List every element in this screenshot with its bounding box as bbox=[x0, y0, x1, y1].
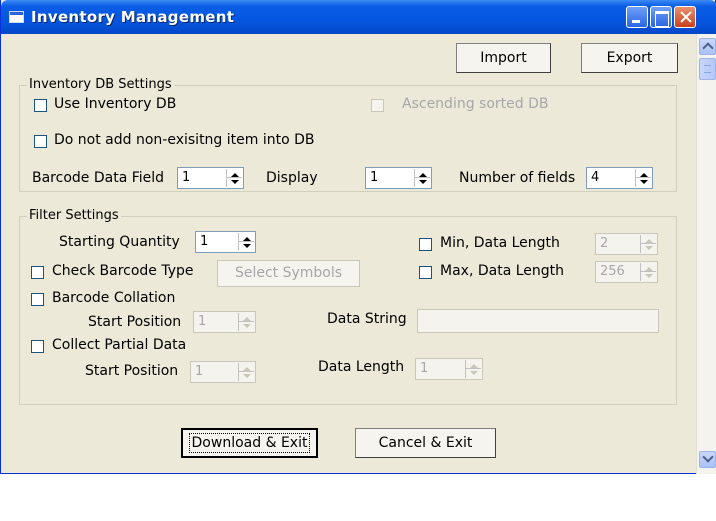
min-data-length-spinner[interactable]: 2 bbox=[595, 233, 658, 255]
collation-start-position-spinner[interactable]: 1 bbox=[193, 311, 256, 333]
download-exit-label: Download & Exit bbox=[188, 433, 311, 453]
barcode-collation-checkbox[interactable] bbox=[31, 293, 44, 306]
data-length-label: Data Length bbox=[318, 359, 405, 375]
title-bar[interactable]: Inventory Management bbox=[1, 0, 716, 34]
data-string-label: Data String bbox=[327, 311, 407, 327]
data-string-input[interactable] bbox=[417, 309, 659, 333]
partial-start-position-spinner[interactable]: 1 bbox=[190, 361, 256, 383]
spinner-value: 1 bbox=[370, 170, 379, 185]
check-barcode-type-label: Check Barcode Type bbox=[52, 263, 194, 279]
max-data-length-checkbox[interactable] bbox=[419, 266, 432, 279]
spinner-arrows-icon[interactable] bbox=[238, 233, 254, 251]
export-button[interactable]: Export bbox=[581, 43, 678, 73]
spinner-arrows-icon[interactable] bbox=[465, 360, 481, 378]
spinner-arrows-icon[interactable] bbox=[238, 363, 254, 381]
spinner-value: 2 bbox=[600, 236, 609, 251]
do-not-add-item-checkbox[interactable] bbox=[34, 135, 47, 148]
spinner-value: 256 bbox=[600, 264, 625, 279]
barcode-data-field-spinner[interactable]: 1 bbox=[177, 167, 244, 189]
group-label: Inventory DB Settings bbox=[27, 77, 174, 92]
check-barcode-type-checkbox[interactable] bbox=[31, 266, 44, 279]
ascending-sorted-db-checkbox[interactable] bbox=[371, 99, 384, 112]
display-spinner[interactable]: 1 bbox=[365, 167, 432, 189]
spinner-value: 1 bbox=[182, 170, 191, 185]
scroll-down-icon[interactable] bbox=[699, 451, 716, 468]
spinner-arrows-icon[interactable] bbox=[414, 169, 430, 187]
spinner-value: 1 bbox=[420, 361, 429, 376]
collect-partial-data-label: Collect Partial Data bbox=[52, 337, 187, 353]
ascending-sorted-db-label: Ascending sorted DB bbox=[402, 96, 549, 112]
maximize-button[interactable] bbox=[650, 6, 672, 28]
use-inventory-db-checkbox[interactable] bbox=[34, 99, 47, 112]
spinner-arrows-icon[interactable] bbox=[635, 169, 651, 187]
max-data-length-label: Max, Data Length bbox=[440, 263, 565, 279]
barcode-data-field-label: Barcode Data Field bbox=[32, 170, 165, 186]
collect-partial-data-checkbox[interactable] bbox=[31, 340, 44, 353]
partial-start-position-label: Start Position bbox=[85, 363, 179, 379]
import-button[interactable]: Import bbox=[456, 43, 551, 73]
number-of-fields-spinner[interactable]: 4 bbox=[586, 167, 653, 189]
data-length-spinner[interactable]: 1 bbox=[415, 358, 483, 380]
inventory-management-window: Inventory Management Import Export Inven… bbox=[0, 0, 716, 474]
scrollbar-thumb[interactable] bbox=[699, 58, 716, 80]
collation-start-position-label: Start Position bbox=[88, 314, 182, 330]
min-data-length-label: Min, Data Length bbox=[440, 235, 560, 251]
starting-quantity-label: Starting Quantity bbox=[59, 234, 180, 250]
cancel-exit-button[interactable]: Cancel & Exit bbox=[355, 428, 496, 458]
spinner-value: 1 bbox=[195, 364, 204, 379]
spinner-arrows-icon[interactable] bbox=[640, 235, 656, 253]
do-not-add-item-label: Do not add non-exisitng item into DB bbox=[54, 132, 315, 148]
scroll-up-icon[interactable] bbox=[699, 38, 716, 55]
display-label: Display bbox=[266, 170, 318, 186]
barcode-collation-label: Barcode Collation bbox=[52, 290, 176, 306]
use-inventory-db-label: Use Inventory DB bbox=[54, 96, 177, 112]
spinner-arrows-icon[interactable] bbox=[238, 313, 254, 331]
min-data-length-checkbox[interactable] bbox=[419, 238, 432, 251]
select-symbols-button[interactable]: Select Symbols bbox=[217, 260, 360, 287]
number-of-fields-label: Number of fields bbox=[459, 170, 576, 186]
vertical-scrollbar[interactable] bbox=[696, 34, 716, 474]
download-exit-button[interactable]: Download & Exit bbox=[181, 428, 318, 458]
window-title: Inventory Management bbox=[31, 8, 235, 26]
max-data-length-spinner[interactable]: 256 bbox=[595, 261, 658, 283]
spinner-value: 1 bbox=[200, 234, 209, 249]
spinner-value: 4 bbox=[591, 170, 600, 185]
spinner-arrows-icon[interactable] bbox=[226, 169, 242, 187]
group-label: Filter Settings bbox=[27, 208, 121, 223]
spinner-arrows-icon[interactable] bbox=[640, 263, 656, 281]
minimize-button[interactable] bbox=[626, 6, 648, 28]
close-button[interactable] bbox=[674, 6, 696, 28]
window-icon bbox=[9, 11, 24, 23]
spinner-value: 1 bbox=[198, 314, 207, 329]
starting-quantity-spinner[interactable]: 1 bbox=[195, 231, 256, 253]
